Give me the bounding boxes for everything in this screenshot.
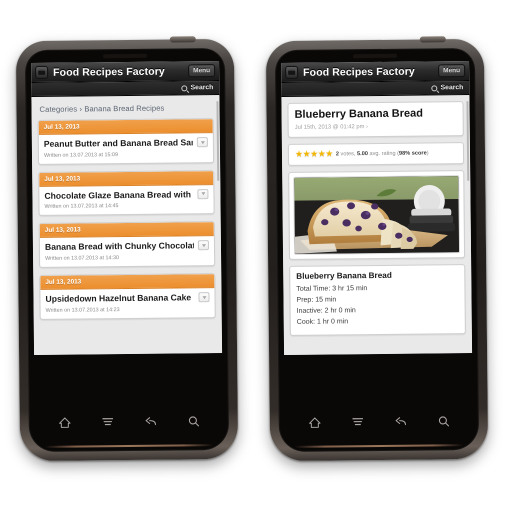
page-content-right: Blueberry Banana Bread Jul 15th, 2013 @ … xyxy=(281,96,473,355)
list-item-meta: Written on 13.07.2013 at 14:23 xyxy=(45,307,120,314)
search-icon[interactable] xyxy=(186,414,200,428)
list-item-meta: Written on 13.07.2013 at 14:45 xyxy=(44,203,119,211)
device-chin-left xyxy=(45,444,214,448)
app-logo-icon[interactable] xyxy=(35,65,49,79)
recipe-details-panel: Blueberry Banana Bread Total Time: 3 hr … xyxy=(289,264,466,336)
search-icon xyxy=(431,84,438,91)
list-item-title[interactable]: Peanut Butter and Banana Bread San.. xyxy=(44,137,193,149)
chevron-down-icon[interactable] xyxy=(197,188,209,199)
webpage-left: Food Recipes Factory Menu Search Categor… xyxy=(31,61,223,355)
list-item-title[interactable]: Chocolate Glaze Banana Bread with ... xyxy=(44,189,193,201)
star-rating-icon[interactable]: ★★★★★ xyxy=(295,149,333,159)
search-bar-left[interactable]: Search xyxy=(31,81,220,97)
search-label-right: Search xyxy=(440,84,464,92)
rating-summary: 2 votes, 5.00 avg. rating (98% score) xyxy=(336,150,429,157)
app-header-left: Food Recipes Factory Menu xyxy=(31,61,220,83)
menu-button-left[interactable]: Menu xyxy=(188,64,216,78)
menu-icon[interactable] xyxy=(100,415,114,429)
rating-panel: ★★★★★ 2 votes, 5.00 avg. rating (98% sco… xyxy=(287,142,465,167)
power-button-left[interactable] xyxy=(169,36,196,43)
android-navbar-right xyxy=(279,406,479,438)
chevron-down-icon[interactable] xyxy=(196,137,208,148)
chevron-down-icon[interactable] xyxy=(198,292,210,303)
search-icon[interactable] xyxy=(436,414,450,428)
recipe-photo[interactable] xyxy=(293,175,461,256)
list-item[interactable]: Jul 13, 2013 Chocolate Glaze Banana Brea… xyxy=(38,169,215,217)
earpiece-speaker-left xyxy=(102,53,147,59)
rating-percent: 98% score xyxy=(398,150,427,157)
phone-screen-left: Food Recipes Factory Menu Search Categor… xyxy=(24,47,230,453)
chevron-down-icon[interactable] xyxy=(197,240,210,251)
rating-avg-word: avg. rating ( xyxy=(369,150,400,157)
earpiece-speaker-right xyxy=(352,53,397,59)
list-item-meta: Written on 13.07.2013 at 14:30 xyxy=(45,255,120,263)
device-chin-right xyxy=(295,444,464,448)
page-title: Blueberry Banana Bread xyxy=(294,107,424,121)
menu-button-right[interactable]: Menu xyxy=(438,64,466,78)
back-icon[interactable] xyxy=(143,415,157,429)
recipe-title-panel: Blueberry Banana Bread Jul 15th, 2013 @ … xyxy=(287,101,464,139)
search-label-left: Search xyxy=(190,84,214,92)
page-content-left: Categories › Banana Bread Recipes Jul 13… xyxy=(31,96,223,355)
rating-close-paren: ) xyxy=(426,150,429,157)
rating-score: 5.00 xyxy=(356,150,368,157)
home-icon[interactable] xyxy=(57,416,71,430)
list-item[interactable]: Jul 13, 2013 Banana Bread with Chunky Ch… xyxy=(38,221,216,269)
phone-screen-right: Food Recipes Factory Menu Search Blueber… xyxy=(274,47,480,453)
list-item-title[interactable]: Banana Bread with Chunky Chocolat... xyxy=(45,241,194,253)
rating-votes: 2 xyxy=(335,151,339,158)
list-item[interactable]: Jul 13, 2013 Upsidedown Hazelnut Banana … xyxy=(39,273,216,320)
search-icon xyxy=(181,84,188,91)
section-heading: Blueberry Banana Bread xyxy=(296,271,392,282)
breadcrumb[interactable]: Categories › Banana Bread Recipes xyxy=(37,101,213,120)
list-item-meta: Written on 13.07.2013 at 15:09 xyxy=(43,151,118,159)
rating-votes-word: votes, xyxy=(340,150,356,158)
search-bar-right[interactable]: Search xyxy=(281,81,470,97)
list-item[interactable]: Jul 13, 2013 Peanut Butter and Banana Br… xyxy=(37,118,215,165)
app-logo-icon[interactable] xyxy=(285,65,299,79)
back-icon[interactable] xyxy=(393,415,407,429)
menu-icon[interactable] xyxy=(350,415,364,429)
webpage-right: Food Recipes Factory Menu Search Blueber… xyxy=(281,61,473,355)
recipe-photo-panel xyxy=(288,170,466,261)
phone-device-left: Food Recipes Factory Menu Search Categor… xyxy=(15,36,239,462)
screenshot-stage: Food Recipes Factory Menu Search Categor… xyxy=(0,0,512,512)
app-header-right: Food Recipes Factory Menu xyxy=(281,61,470,83)
power-button-right[interactable] xyxy=(419,36,446,43)
list-item-title[interactable]: Upsidedown Hazelnut Banana Cake xyxy=(45,292,194,305)
phone-device-right: Food Recipes Factory Menu Search Blueber… xyxy=(265,36,489,462)
app-title-right: Food Recipes Factory xyxy=(303,65,415,79)
app-title-left: Food Recipes Factory xyxy=(53,65,165,79)
home-icon[interactable] xyxy=(307,416,321,430)
detail-cook: Cook: 1 hr 0 min xyxy=(296,318,349,326)
android-navbar-left xyxy=(29,406,229,438)
recipe-timestamp[interactable]: Jul 15th, 2013 @ 01:42 pm › xyxy=(295,123,457,131)
